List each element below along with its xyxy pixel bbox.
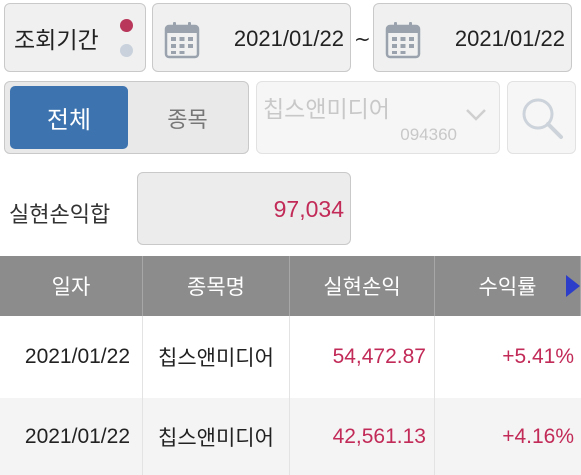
date-to-picker[interactable]: 2021/01/22 [373,3,572,72]
stock-code: 094360 [400,125,457,144]
header-date: 일자 [0,256,143,316]
period-dot-inactive [120,44,133,57]
cell-stock-name: 칩스앤미디어 [143,316,290,398]
search-icon [522,98,563,139]
cell-date: 2021/01/22 [0,398,143,475]
realized-pnl-sum-label: 실현손익합 [9,203,111,228]
period-label: 조회기간 [14,27,99,54]
cell-date: 2021/01/22 [0,316,143,398]
segment-all-button[interactable]: 전체 [10,86,128,149]
cell-return-rate: +5.41% [502,345,574,368]
period-indicator [120,19,133,57]
date-to-value: 2021/01/22 [454,26,565,51]
calendar-icon [164,22,200,59]
header-return-rate: 수익률 [435,256,581,316]
header-stock-name: 종목명 [143,256,290,316]
stock-name: 칩스앤미디어 [263,97,390,123]
scroll-right-icon[interactable] [566,275,580,297]
cell-return-rate: +4.16% [502,424,574,448]
realized-pnl-sum-value: 97,034 [273,196,344,222]
period-toggle-button[interactable]: 조회기간 [4,3,146,72]
cell-realized-pnl: 54,472.87 [290,316,435,398]
table-row[interactable]: 2021/01/22 칩스앤미디어 42,561.13 +4.16% [0,398,581,475]
header-realized-pnl: 실현손익 [290,256,435,316]
date-range-separator: ~ [354,27,371,51]
period-dot-active [120,19,133,32]
realized-pnl-sum-box: 97,034 [137,172,351,245]
scope-segment-control: 전체 종목 [4,81,249,154]
chevron-down-icon [466,109,486,121]
date-from-picker[interactable]: 2021/01/22 [152,3,351,72]
segment-stock-button[interactable]: 종목 [131,86,244,149]
calendar-icon [385,22,421,59]
table-header: 일자 종목명 실현손익 수익률 [0,256,581,316]
date-from-value: 2021/01/22 [233,26,344,51]
table-row[interactable]: 2021/01/22 칩스앤미디어 54,472.87 +5.41% [0,316,581,398]
stock-select-dropdown[interactable]: 칩스앤미디어 094360 [256,81,500,154]
search-button[interactable] [507,81,576,154]
cell-stock-name: 칩스앤미디어 [143,398,290,475]
cell-realized-pnl: 42,561.13 [290,398,435,475]
